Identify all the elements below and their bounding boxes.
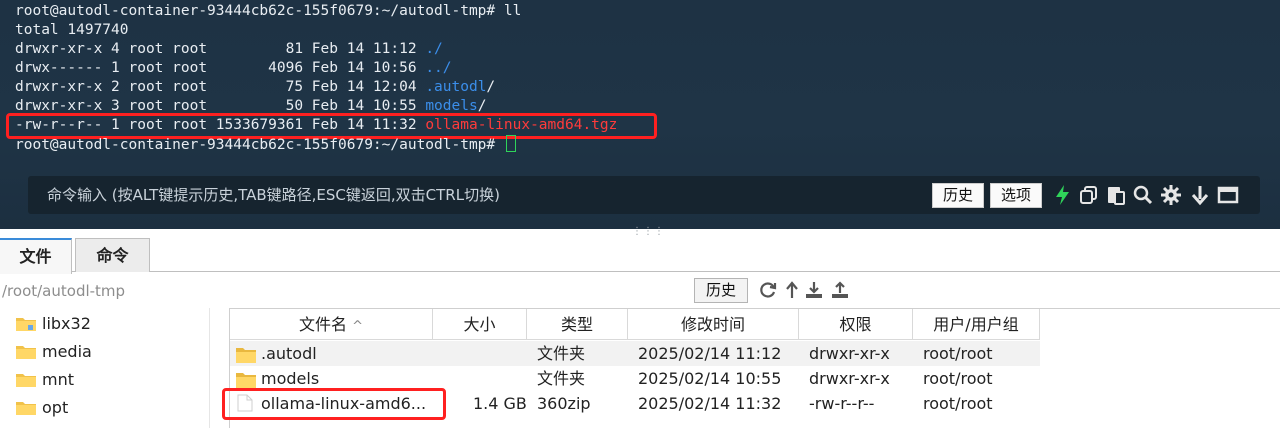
file-modified: 2025/02/14 11:12 [638,344,782,363]
terminal-panel[interactable]: root@autodl-container-93444cb62c-155f067… [0,0,1280,229]
tree-item[interactable]: mnt [16,368,74,392]
terminal-prompt: root@autodl-container-93444cb62c-155f067… [15,137,496,153]
listing-attributes: drwxr-xr-x 3 root root 50 Feb 14 10:55 [15,98,426,114]
panel-splitter-handle[interactable]: ⋮⋮⋮ [632,227,664,237]
folder-icon [236,370,256,388]
file-permissions: drwxr-xr-x [809,344,890,363]
listing-dir-name: models [425,98,478,114]
folder-icon [16,342,36,359]
paste-icon[interactable] [1105,184,1127,206]
tree-item-label: mnt [42,370,74,389]
command-bar: 命令输入 (按ALT键提示历史,TAB键路径,ESC键返回,双击CTRL切换) … [28,176,1260,214]
file-panel-tabs: 文件 命令 [0,236,1280,274]
file-name: .autodl [261,344,317,363]
refresh-icon[interactable] [758,280,778,300]
upload-icon[interactable] [830,280,850,300]
tree-item-label: libx32 [42,314,91,333]
file-size: 1.4 GB [473,394,527,413]
listing-attributes: drwxr-xr-x 4 root root 81 Feb 14 11:12 [15,41,426,57]
file-type: 文件夹 [537,344,586,363]
command-history-button[interactable]: 历史 [932,183,985,208]
tree-item[interactable]: libx32 [16,312,91,336]
column-header-permissions[interactable]: 权限 [799,309,913,340]
tab-files[interactable]: 文件 [0,238,72,274]
folder-icon [16,370,36,387]
file-owner: root/root [923,369,993,388]
terminal-line-prompt: root@autodl-container-93444cb62c-155f067… [15,135,516,154]
file-owner: root/root [923,344,993,363]
up-arrow-icon[interactable] [782,280,802,300]
download-arrow-icon[interactable] [1189,184,1211,206]
file-type: 360zip [537,394,591,413]
folder-icon [16,314,36,331]
column-header-label: 文件名 [298,315,347,334]
file-modified: 2025/02/14 11:32 [638,394,782,413]
file-modified: 2025/02/14 10:55 [638,369,782,388]
listing-dir-name: .autodl [425,79,487,95]
listing-suffix: / [486,79,496,95]
lightning-icon[interactable] [1052,184,1074,206]
tree-item-label: opt [42,398,69,417]
command-input[interactable]: 命令输入 (按ALT键提示历史,TAB键路径,ESC键返回,双击CTRL切换) [47,176,500,214]
path-history-button[interactable]: 历史 [694,278,748,303]
terminal-listing-line: drwxr-xr-x 2 root root 75 Feb 14 12:04 .… [15,78,495,97]
gear-icon[interactable] [1160,184,1182,206]
column-header-modified[interactable]: 修改时间 [628,309,799,340]
listing-dir-name: ./ [425,41,443,57]
file-owner: root/root [923,394,993,413]
listing-attributes: drwxr-xr-x 2 root root 75 Feb 14 12:04 [15,79,426,95]
file-type: 文件夹 [537,369,586,388]
tree-item[interactable]: opt [16,396,68,420]
listing-suffix: / [477,98,487,114]
listing-attributes: drwx------ 1 root root 4096 Feb 14 10:56 [15,60,426,76]
path-input[interactable]: /root/autodl-tmp [0,278,690,304]
folder-icon [16,398,36,415]
directory-tree: libx32 media mnt opt [0,308,210,428]
terminal-prompt: root@autodl-container-93444cb62c-155f067… [15,3,496,19]
listing-dir-name: ../ [425,60,452,76]
search-icon[interactable] [1132,184,1154,206]
column-header-type[interactable]: 类型 [527,309,628,340]
tree-item-label: media [42,342,92,361]
copy-icon[interactable] [1078,184,1100,206]
terminal-listing-line: drwx------ 1 root root 4096 Feb 14 10:56… [15,59,452,78]
column-header-name[interactable]: 文件名 ^ [230,309,433,340]
terminal-cursor [505,135,516,152]
file-permissions: drwxr-xr-x [809,369,890,388]
terminal-command: ll [503,3,522,19]
tree-item[interactable]: media [16,340,92,364]
table-row[interactable]: .autodl 文件夹 2025/02/14 11:12 drwxr-xr-x … [230,341,1040,366]
file-permissions: -rw-r--r-- [809,394,875,413]
column-header-owner[interactable]: 用户/用户组 [913,309,1040,340]
sort-ascending-icon: ^ [352,319,363,334]
maximize-icon[interactable] [1217,184,1239,206]
terminal-line-total: total 1497740 [15,22,129,38]
download-icon[interactable] [804,280,824,300]
folder-icon [236,345,256,363]
command-options-button[interactable]: 选项 [990,183,1043,208]
column-header-size[interactable]: 大小 [433,309,527,340]
file-highlight-box [222,388,446,420]
terminal-line-command: root@autodl-container-93444cb62c-155f067… [15,2,521,21]
terminal-listing-line: drwxr-xr-x 4 root root 81 Feb 14 11:12 .… [15,40,443,59]
tab-commands[interactable]: 命令 [75,238,150,272]
